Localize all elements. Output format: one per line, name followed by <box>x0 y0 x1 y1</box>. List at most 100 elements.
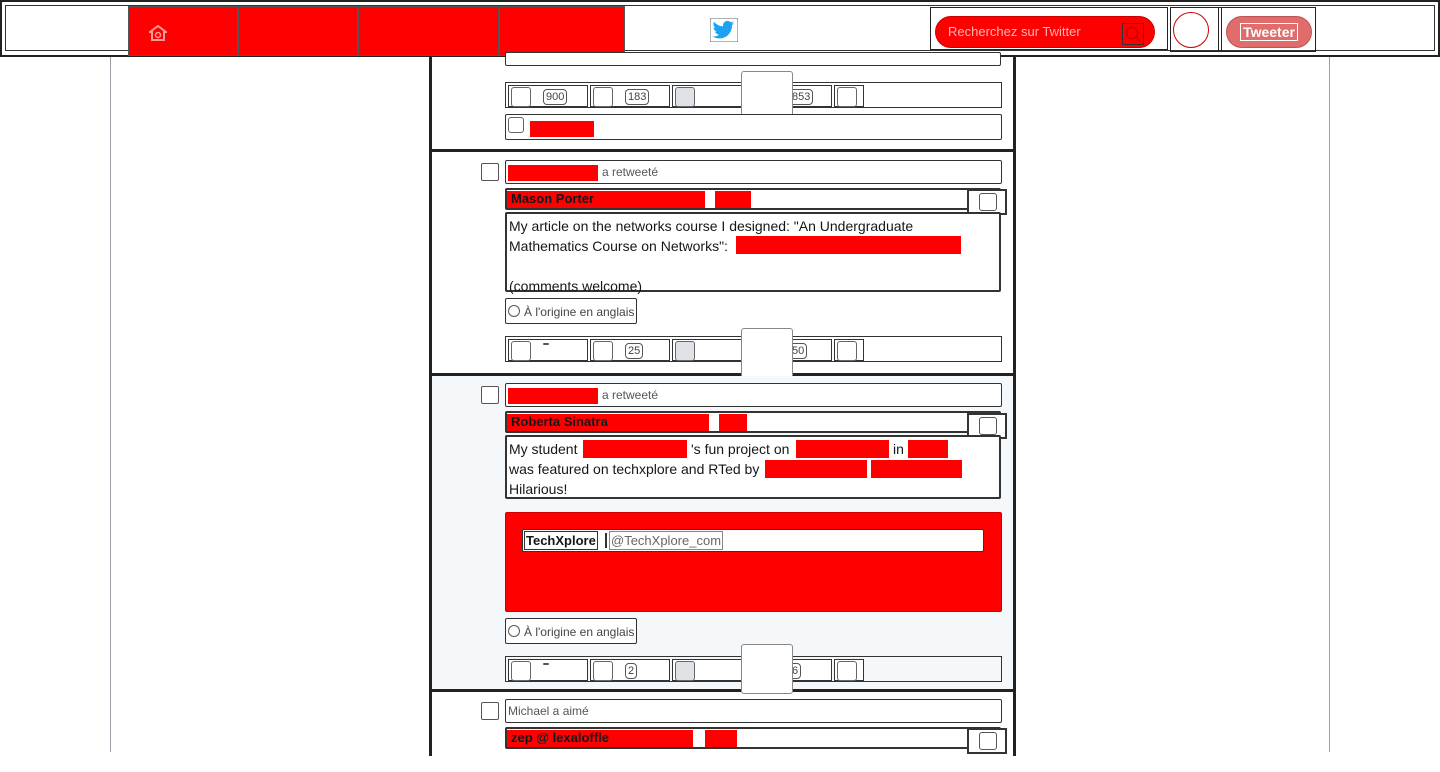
tweet-header: zep @ lexaloffle <box>505 727 1001 749</box>
retweet-count: 183 <box>625 89 649 105</box>
home-icon <box>149 25 167 41</box>
twitter-bird-icon[interactable] <box>710 18 738 42</box>
redacted-retweeter[interactable] <box>508 165 598 181</box>
redacted-hashtag[interactable] <box>796 440 889 458</box>
tweet-line: Hilarious! <box>509 479 997 499</box>
quoted-tweet-header: TechXplore @TechXplore_com <box>522 529 984 552</box>
right-column-border <box>1329 56 1330 752</box>
tweet-text: My article on the networks course I desi… <box>505 212 1001 292</box>
redacted-link[interactable] <box>736 236 961 254</box>
tweet-text-part: was featured on techxplore and RTed by <box>509 459 759 479</box>
separator <box>605 533 607 548</box>
chevron-down-icon <box>979 193 997 211</box>
profile-menu[interactable] <box>1170 7 1222 52</box>
tweet-line: (comments welcome) <box>509 276 997 296</box>
dm-button[interactable] <box>834 659 864 681</box>
search-input[interactable]: Recherchez sur Twitter <box>935 16 1155 48</box>
dm-button[interactable] <box>834 85 864 107</box>
reply-count: 900 <box>543 89 567 105</box>
tweet-line: My article on the networks course I desi… <box>509 216 997 236</box>
nav-moments[interactable] <box>238 6 358 56</box>
reply-count <box>543 343 549 345</box>
avatar[interactable] <box>1173 12 1209 48</box>
tweet-1[interactable]: a retweeté Mason Porter My article on th… <box>432 152 1013 376</box>
retweet-context: a retweeté <box>505 160 1002 184</box>
tweet-text-part: in <box>893 439 904 459</box>
quoted-author-name[interactable]: TechXplore <box>524 531 598 550</box>
nav-messages[interactable] <box>499 6 625 56</box>
chevron-down-icon <box>979 732 997 750</box>
retweet-context: a retweeté <box>505 383 1002 407</box>
redacted-timestamp[interactable] <box>715 191 751 208</box>
reply-button[interactable] <box>508 339 588 361</box>
redacted-mention[interactable] <box>583 440 687 458</box>
reply-button[interactable]: 900 <box>508 85 588 107</box>
tweet-text: My student 's fun project on in was feat… <box>505 435 1001 499</box>
reply-icon <box>511 87 531 107</box>
redacted-timestamp[interactable] <box>719 414 747 431</box>
timeline: 900 183 853 a retweeté <box>429 56 1016 756</box>
like-animation-box <box>741 328 793 378</box>
context-text: a retweeté <box>602 165 658 179</box>
dm-button[interactable] <box>834 339 864 361</box>
author-name[interactable]: zep @ lexaloffle <box>509 728 609 748</box>
tweet-button-container: Tweeter <box>1218 7 1316 52</box>
search-container: Recherchez sur Twitter <box>930 7 1168 50</box>
redacted-mention[interactable] <box>765 460 867 478</box>
redacted-link[interactable] <box>530 121 594 137</box>
envelope-icon <box>837 87 857 107</box>
tweet-button[interactable]: Tweeter <box>1226 16 1312 48</box>
tweet-3[interactable]: Michael a aimé zep @ lexaloffle <box>432 692 1013 772</box>
context-text: Michael a aimé <box>508 704 589 718</box>
retweet-count: 2 <box>625 663 637 679</box>
chevron-down-icon <box>979 417 997 435</box>
nav-notifications[interactable] <box>358 6 499 56</box>
reply-button[interactable] <box>508 659 588 681</box>
tweet-text-part: 's fun project on <box>691 439 789 459</box>
expand-icon[interactable] <box>508 117 524 133</box>
like-icon <box>675 661 695 681</box>
redacted-hashtag[interactable] <box>908 440 948 458</box>
author-name[interactable]: Mason Porter <box>509 189 594 209</box>
tweet-body: My article on the networks course I desi… <box>507 214 999 298</box>
top-navigation-bar: Recherchez sur Twitter Tweeter <box>0 0 1440 57</box>
tweet-0-extra-row <box>505 114 1002 140</box>
retweet-button[interactable]: 183 <box>590 85 670 107</box>
redacted-timestamp[interactable] <box>705 730 737 747</box>
translate-link[interactable]: À l'origine en anglais <box>505 618 637 644</box>
retweet-button[interactable]: 2 <box>590 659 670 681</box>
like-animation-box <box>741 644 793 694</box>
retweet-context-icon <box>481 386 499 404</box>
author-name[interactable]: Roberta Sinatra <box>509 412 608 432</box>
quoted-tweet[interactable]: TechXplore @TechXplore_com <box>505 512 1002 612</box>
tweet-menu[interactable] <box>967 728 1007 754</box>
tweet-2[interactable]: a retweeté Roberta Sinatra My student 's… <box>432 376 1013 692</box>
redacted-retweeter[interactable] <box>508 388 598 404</box>
tweet-text-part: My student <box>509 439 577 459</box>
search-icon[interactable] <box>1122 23 1144 45</box>
retweet-count: 25 <box>625 343 643 359</box>
heart-context-icon <box>481 702 499 720</box>
redacted-mention[interactable] <box>871 460 962 478</box>
reply-icon <box>511 341 531 361</box>
tweet-header: Roberta Sinatra <box>505 411 1001 433</box>
nav-home[interactable] <box>128 6 238 56</box>
tweet-0[interactable]: 900 183 853 <box>432 56 1013 152</box>
envelope-icon <box>837 341 857 361</box>
tweet-body: My student 's fun project on in was feat… <box>507 437 999 501</box>
quoted-author-handle[interactable]: @TechXplore_com <box>609 531 723 550</box>
retweet-button[interactable]: 25 <box>590 339 670 361</box>
tweet-header: Mason Porter <box>505 188 1001 210</box>
retweet-icon <box>593 661 613 681</box>
like-icon <box>675 341 695 361</box>
translate-label: À l'origine en anglais <box>506 303 634 321</box>
translate-link[interactable]: À l'origine en anglais <box>505 298 637 324</box>
like-icon <box>675 87 695 107</box>
retweet-context-icon <box>481 163 499 181</box>
envelope-icon <box>837 661 857 681</box>
translate-label: À l'origine en anglais <box>506 623 634 641</box>
retweet-icon <box>593 87 613 107</box>
tweet-0-media <box>505 52 1001 66</box>
reply-icon <box>511 661 531 681</box>
search-placeholder: Recherchez sur Twitter <box>948 24 1081 39</box>
